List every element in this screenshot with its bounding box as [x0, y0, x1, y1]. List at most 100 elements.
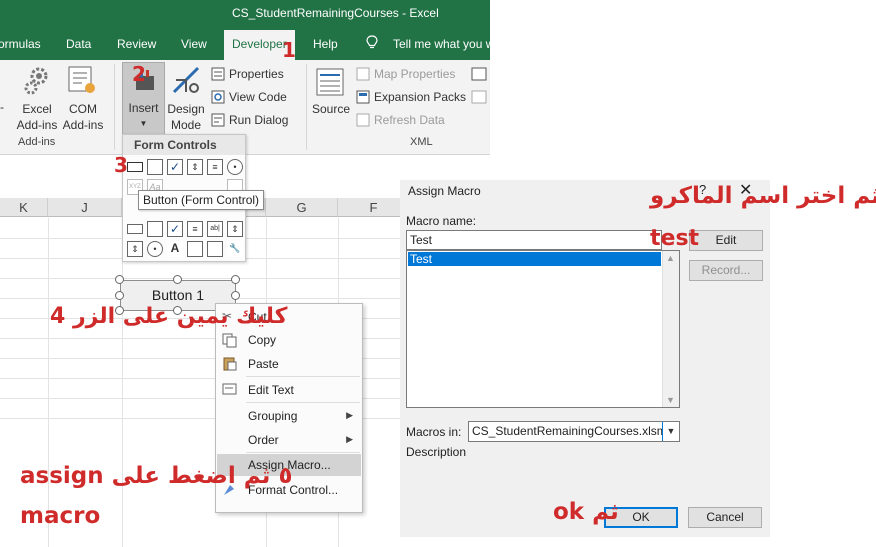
step-3-marker: 3	[114, 153, 128, 177]
tab-data[interactable]: Data	[66, 37, 91, 51]
com-addins-button[interactable]: COM Add-ins	[60, 101, 106, 133]
insert-label: Insert	[128, 101, 159, 115]
addins-group-label: Add-ins	[18, 136, 56, 148]
cancel-button[interactable]: Cancel	[688, 507, 762, 528]
button-control-tooltip: Button (Form Control)	[138, 190, 265, 210]
resize-handle[interactable]	[115, 275, 124, 284]
xml-group-label: XML	[410, 136, 433, 148]
macros-in-value: CS_StudentRemainingCourses.xlsm	[472, 424, 667, 438]
step-2-marker: 2	[132, 62, 146, 86]
source-icon	[316, 68, 344, 96]
activex-option-icon[interactable]: •	[147, 241, 163, 257]
activex-list-icon[interactable]: ≡	[187, 221, 203, 237]
macro-list[interactable]: Test ▲ ▼	[406, 250, 680, 408]
command-button-icon[interactable]	[127, 224, 143, 234]
macros-in-select[interactable]: CS_StudentRemainingCourses.xlsm ▼	[468, 421, 680, 442]
record-button[interactable]: Record...	[689, 260, 763, 281]
ribbon-tabs: ormulas Data Review View Developer Help …	[0, 27, 490, 60]
window-title: CS_StudentRemainingCourses - Excel	[232, 6, 439, 20]
resize-handle[interactable]	[231, 275, 240, 284]
activex-spin-icon[interactable]: ⇕	[127, 241, 143, 257]
expansion-packs-button[interactable]: Expansion Packs	[374, 90, 466, 104]
activex-scroll-icon[interactable]: ⇕	[227, 221, 243, 237]
submenu-arrow-icon: ▶	[346, 410, 353, 420]
menu-item-grouping[interactable]: Grouping	[248, 409, 297, 423]
macros-in-label: Macros in:	[406, 425, 462, 439]
macro-name-input[interactable]: Test	[406, 230, 662, 250]
copy-icon	[222, 333, 237, 348]
excel-addins-button[interactable]: Excel Add-ins	[14, 101, 60, 133]
test-annotation: test	[650, 226, 700, 251]
button-control-icon[interactable]	[127, 162, 143, 172]
scroll-up-icon[interactable]: ▲	[666, 253, 675, 263]
tab-formulas[interactable]: ormulas	[0, 37, 41, 51]
scrollbar[interactable]: ▲ ▼	[662, 251, 679, 407]
tab-review[interactable]: Review	[117, 37, 156, 51]
excel-addins-label: Excel Add-ins	[16, 102, 58, 132]
macro-name-label: Macro name:	[406, 214, 477, 228]
image-icon[interactable]	[187, 241, 203, 257]
refresh-data-button[interactable]: Refresh Data	[374, 113, 445, 127]
column-header-g[interactable]: G	[266, 198, 338, 217]
activex-label-icon[interactable]: A	[167, 241, 183, 257]
then-ok-annotation: ok ثم	[553, 499, 619, 525]
edit-button[interactable]: Edit	[689, 230, 763, 251]
chevron-down-icon: ▼	[139, 119, 148, 128]
resize-handle[interactable]	[173, 275, 182, 284]
map-properties-icon	[356, 67, 370, 81]
view-code-button[interactable]: View Code	[229, 90, 287, 104]
activex-combo-icon[interactable]	[147, 221, 163, 237]
macro-list-item[interactable]: Test	[408, 252, 661, 266]
menu-item-copy[interactable]: Copy	[248, 333, 276, 347]
tell-me-search[interactable]: Tell me what you w	[393, 37, 490, 51]
tab-help[interactable]: Help	[313, 37, 338, 51]
column-header-j[interactable]: J	[48, 198, 122, 217]
activex-check-icon[interactable]: ✓	[167, 221, 183, 237]
group-separator	[114, 64, 115, 150]
menu-item-edit-text[interactable]: Edit Text	[248, 383, 294, 397]
source-label: Source	[311, 102, 351, 116]
option-button-icon[interactable]: •	[227, 159, 243, 175]
lightbulb-icon	[366, 35, 378, 49]
more-controls-icon[interactable]: 🔧	[227, 241, 243, 257]
com-addins-icon	[68, 66, 95, 93]
text-box-icon[interactable]: ab|	[207, 221, 223, 237]
submenu-arrow-icon: ▶	[346, 434, 353, 444]
resize-handle[interactable]	[115, 291, 124, 300]
paste-icon	[223, 357, 237, 371]
map-properties-button[interactable]: Map Properties	[374, 67, 455, 81]
resize-handle[interactable]	[231, 291, 240, 300]
step-5-annotation: assign ٥ ثم اضغط على	[20, 463, 293, 489]
description-label: Description	[406, 445, 467, 459]
refresh-data-icon	[356, 113, 370, 127]
step-5-annotation-macro: macro	[20, 503, 101, 529]
import-icon	[471, 67, 487, 81]
properties-icon	[211, 67, 225, 81]
spin-button-icon[interactable]: ⇕	[187, 159, 203, 175]
expansion-packs-icon	[356, 90, 370, 104]
source-button[interactable]: Source	[311, 101, 351, 117]
dialog-title: Assign Macro	[408, 184, 481, 198]
design-mode-button[interactable]: Design Mode	[165, 101, 207, 133]
menu-item-paste[interactable]: Paste	[248, 357, 279, 371]
choose-macro-annotation: ثم اختر اسم الماكرو	[650, 183, 876, 209]
design-mode-icon	[172, 66, 200, 94]
scroll-down-icon[interactable]: ▼	[666, 395, 675, 405]
run-dialog-icon	[211, 113, 225, 127]
list-box-icon[interactable]: ≡	[207, 159, 223, 175]
properties-button[interactable]: Properties	[229, 67, 284, 81]
export-icon	[471, 90, 487, 104]
run-dialog-button[interactable]: Run Dialog	[229, 113, 288, 127]
chevron-down-icon[interactable]: ▼	[662, 422, 679, 441]
group-separator	[306, 64, 307, 150]
assign-macro-dialog: Assign Macro ? ✕ Macro name: Test Test ▲…	[400, 180, 770, 537]
form-controls-header: Form Controls	[123, 135, 245, 155]
toggle-button-icon[interactable]	[207, 241, 223, 257]
tab-view[interactable]: View	[181, 37, 207, 51]
menu-item-order[interactable]: Order	[248, 433, 279, 447]
check-box-icon[interactable]: ✓	[167, 159, 183, 175]
column-header-k[interactable]: K	[0, 198, 48, 217]
step-4-annotation: كليك يمين على الزر 4	[50, 304, 288, 329]
edit-text-icon	[222, 383, 237, 395]
combo-box-icon[interactable]	[147, 159, 163, 175]
